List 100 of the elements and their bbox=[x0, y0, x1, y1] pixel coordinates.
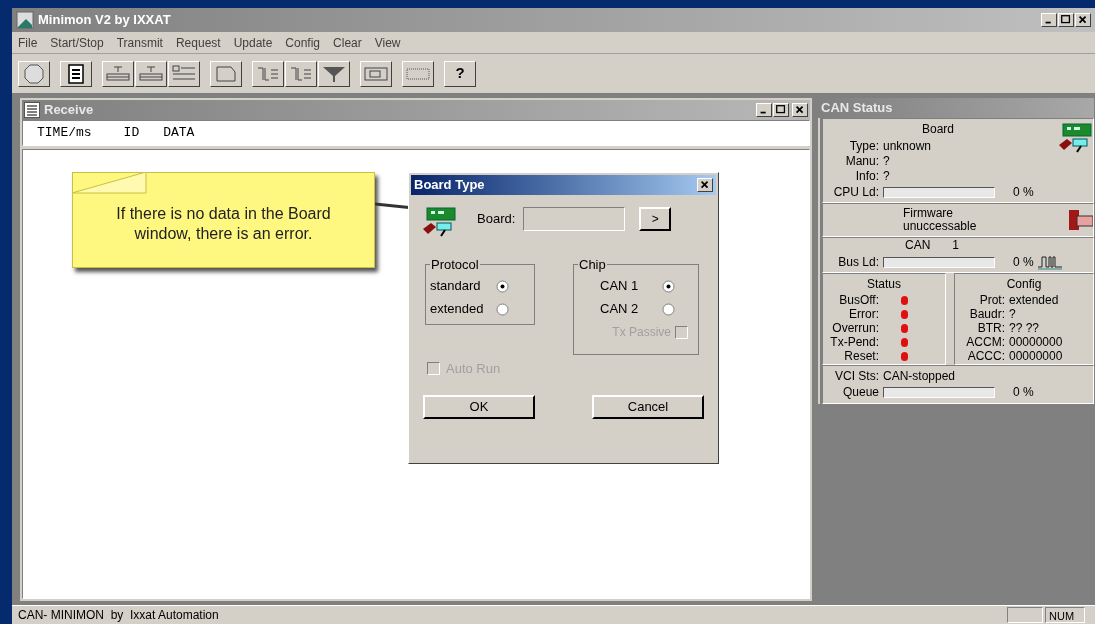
field-label: VCI Sts: bbox=[834, 367, 879, 385]
column-heading: TIME/ms bbox=[37, 124, 92, 142]
config-value: ?? ?? bbox=[1009, 320, 1040, 337]
section-heading: Status bbox=[867, 276, 901, 293]
group-title: Chip bbox=[578, 256, 607, 274]
status-label: Overrun: bbox=[831, 320, 879, 337]
status-text: CAN- MINIMON by Ixxat Automation bbox=[18, 607, 220, 624]
option-label: extended bbox=[430, 300, 485, 319]
config-label: ACCC: bbox=[966, 348, 1005, 365]
maximize-icon[interactable] bbox=[1058, 13, 1074, 27]
field-label: CPU Ld: bbox=[832, 184, 879, 201]
field-value: ? bbox=[883, 167, 890, 185]
signal-wave-icon bbox=[1037, 254, 1062, 270]
board-field[interactable] bbox=[523, 207, 626, 231]
status-panel bbox=[1007, 607, 1043, 623]
browse-button[interactable]: > bbox=[639, 207, 672, 231]
toolbar-button[interactable] bbox=[252, 60, 284, 87]
option-label: CAN 2 bbox=[600, 300, 640, 319]
firmware-status: Firmware bbox=[903, 206, 953, 220]
toolbar-button[interactable] bbox=[360, 60, 392, 87]
toolbar-button[interactable] bbox=[102, 60, 134, 87]
radio-button[interactable] bbox=[662, 279, 675, 293]
toolbar-button[interactable] bbox=[60, 60, 92, 87]
section-heading: Board bbox=[922, 121, 954, 138]
radio-button[interactable] bbox=[496, 302, 509, 316]
dialog-button[interactable]: Cancel bbox=[592, 394, 704, 419]
option-label: CAN 1 bbox=[600, 277, 640, 296]
load-reading: 0 % bbox=[1013, 184, 1034, 201]
radio-button[interactable] bbox=[496, 279, 509, 293]
dialog-title: Board Type bbox=[414, 176, 485, 195]
config-value: extended bbox=[1009, 292, 1059, 309]
config-label: Baudr: bbox=[968, 306, 1005, 323]
close-icon[interactable] bbox=[1075, 13, 1091, 27]
chip-card-icon bbox=[1067, 208, 1093, 232]
callout-text: If there is no data in the Board window, there is an error. bbox=[115, 204, 332, 244]
toolbar-button[interactable] bbox=[402, 60, 434, 87]
menu-item[interactable]: Config bbox=[285, 33, 321, 52]
column-heading: ID bbox=[123, 124, 140, 142]
close-icon[interactable] bbox=[792, 103, 808, 117]
config-label: BTR: bbox=[976, 320, 1005, 337]
dialog-button[interactable]: OK bbox=[423, 394, 535, 419]
menu-item[interactable]: Clear bbox=[333, 33, 362, 52]
minimize-icon[interactable] bbox=[1041, 13, 1057, 27]
list-icon bbox=[24, 102, 40, 118]
menu-item[interactable]: File bbox=[18, 33, 38, 52]
field-value: CAN-stopped bbox=[883, 367, 956, 385]
transmit-icon bbox=[105, 63, 131, 84]
radio-button[interactable] bbox=[662, 302, 675, 316]
field-label: Bus Ld: bbox=[837, 254, 879, 271]
window-title: Minimon V2 by IXXAT bbox=[38, 11, 172, 30]
interface-card-icon bbox=[423, 207, 457, 237]
clear-page-icon bbox=[214, 63, 238, 84]
status-label: Tx-Pend: bbox=[829, 334, 879, 351]
status-indicator: NUM bbox=[1045, 607, 1085, 623]
menu-item[interactable]: Update bbox=[233, 33, 273, 52]
toolbar-button[interactable] bbox=[168, 60, 200, 87]
config-label: Prot: bbox=[978, 292, 1005, 309]
toolbar-button[interactable] bbox=[318, 60, 350, 87]
toolbar-button[interactable]: ? bbox=[444, 60, 476, 87]
status-label: BusOff: bbox=[838, 292, 879, 309]
field-label: Manu: bbox=[844, 153, 879, 170]
window-title: CAN Status bbox=[821, 99, 893, 118]
minimize-icon[interactable] bbox=[756, 103, 772, 117]
field-label: Info: bbox=[854, 167, 879, 185]
menu-item[interactable]: Transmit bbox=[116, 33, 163, 52]
toolbar-button[interactable] bbox=[285, 60, 317, 87]
menu-item[interactable]: View bbox=[374, 33, 401, 52]
maximize-icon[interactable] bbox=[773, 103, 789, 117]
app-logo-icon bbox=[16, 11, 34, 29]
close-icon[interactable] bbox=[697, 178, 713, 192]
toolbar-button[interactable] bbox=[210, 60, 242, 87]
toolbar-button[interactable] bbox=[18, 60, 50, 87]
group-title: Protocol bbox=[430, 256, 480, 274]
column-heading: DATA bbox=[163, 124, 195, 142]
section-heading: Config bbox=[1006, 276, 1042, 293]
load-reading: 0 % bbox=[1013, 384, 1034, 401]
toolbar-button[interactable] bbox=[135, 60, 167, 87]
status-label: Reset: bbox=[843, 348, 879, 365]
channel-label: CAN bbox=[905, 237, 931, 254]
window-title: Receive bbox=[44, 101, 95, 120]
firmware-status: unuccessable bbox=[903, 219, 977, 233]
menu-item[interactable]: Start/Stop bbox=[50, 33, 104, 52]
config-value: 00000000 bbox=[1009, 348, 1063, 365]
field-label: Board: bbox=[477, 210, 516, 228]
config-label: ACCM: bbox=[965, 334, 1005, 351]
field-label: Type: bbox=[848, 137, 879, 155]
load-reading: 0 % bbox=[1013, 254, 1034, 271]
option-label: standard bbox=[430, 277, 482, 296]
status-label: Error: bbox=[848, 306, 879, 323]
config-value: 00000000 bbox=[1009, 334, 1063, 351]
interface-card-icon bbox=[1059, 123, 1093, 153]
channel-number: 1 bbox=[952, 237, 960, 254]
stop-sign-icon bbox=[24, 63, 44, 84]
field-value: ? bbox=[883, 152, 890, 170]
transmit-icon bbox=[138, 63, 164, 84]
field-label: Queue bbox=[841, 384, 879, 401]
document-icon bbox=[67, 63, 85, 84]
field-value: unknown bbox=[883, 137, 932, 155]
menu-item[interactable]: Request bbox=[175, 33, 221, 52]
config-value: ? bbox=[1009, 306, 1016, 323]
